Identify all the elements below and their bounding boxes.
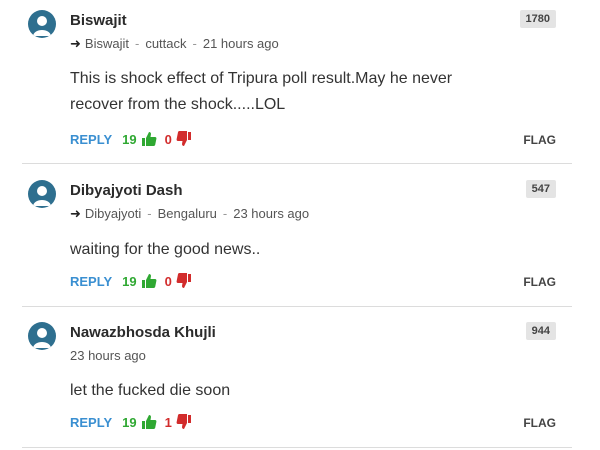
comment-actions: REPLY 19 0 — [70, 131, 192, 147]
reply-arrow-icon: ➜ — [70, 36, 81, 51]
comment-author[interactable]: Dibyajyoti Dash — [70, 182, 183, 199]
divider — [22, 163, 572, 164]
comment-item: Nawazbhosda Khujli 23 hours ago 944 let … — [22, 322, 572, 440]
thumbs-up-icon[interactable] — [141, 273, 157, 289]
comment-meta: ➜ Biswajit - cuttack -21 hours ago — [70, 36, 279, 52]
avatar[interactable] — [28, 10, 56, 38]
comment-actions: REPLY 19 0 — [70, 273, 192, 289]
upvote-count: 19 — [122, 273, 137, 289]
comment-item: Dibyajyoti Dash ➜ Dibyajyoti - Bengaluru -23… — [22, 180, 572, 298]
meta-separator: - — [222, 206, 228, 221]
comment-text: This is shock effect of Tripura poll res… — [70, 66, 550, 118]
comment-text-line: This is shock effect of Tripura poll res… — [70, 70, 453, 87]
comment-text-line: recover from the shock.....LOL — [70, 96, 286, 113]
downvote-count: 0 — [164, 131, 172, 147]
thumbs-down-icon[interactable] — [176, 273, 192, 289]
user-avatar-icon — [33, 16, 51, 36]
meta-separator: - — [134, 36, 140, 51]
meta-separator: - — [147, 206, 152, 221]
divider — [22, 306, 572, 307]
comment-author[interactable]: Biswajit — [70, 12, 127, 29]
flag-button[interactable]: FLAG — [523, 275, 556, 289]
points-badge: 547 — [525, 180, 556, 198]
comments-list: Biswajit ➜ Biswajit - cuttack -21 hours ago … — [0, 0, 600, 450]
comment-text: let the fucked die soon — [70, 378, 550, 404]
user-avatar-icon — [33, 186, 51, 206]
comment-location: Bengaluru — [157, 206, 217, 221]
comment-meta: 23 hours ago — [70, 348, 146, 363]
thumbs-down-icon[interactable] — [176, 131, 192, 147]
upvote-count: 19 — [122, 414, 137, 430]
reply-button[interactable]: REPLY — [70, 274, 112, 289]
comment-time: 23 hours ago — [70, 348, 146, 363]
comment-text: waiting for the good news.. — [70, 237, 550, 263]
comment-actions: REPLY 19 1 — [70, 414, 192, 430]
avatar[interactable] — [28, 322, 56, 350]
points-badge: 944 — [525, 322, 556, 340]
comment-author[interactable]: Nawazbhosda Khujli — [70, 324, 216, 341]
reply-to-user[interactable]: Dibyajyoti — [85, 206, 141, 221]
reply-arrow-icon: ➜ — [70, 206, 81, 221]
thumbs-up-icon[interactable] — [141, 131, 157, 147]
thumbs-up-icon[interactable] — [141, 414, 157, 430]
upvote-count: 19 — [122, 131, 137, 147]
divider — [22, 447, 572, 448]
comment-location: cuttack — [145, 36, 187, 51]
reply-button[interactable]: REPLY — [70, 415, 112, 430]
meta-separator: - — [192, 36, 197, 51]
downvote-count: 1 — [164, 414, 172, 430]
comment-text-line: let the fucked die soon — [70, 382, 231, 399]
points-badge: 1780 — [519, 10, 556, 28]
reply-to-user[interactable]: Biswajit — [85, 36, 129, 51]
comment-text-line: waiting for the good news.. — [70, 241, 261, 258]
comment-time: 23 hours ago — [233, 206, 310, 221]
user-avatar-icon — [33, 328, 51, 348]
avatar[interactable] — [28, 180, 56, 208]
comment-item: Biswajit ➜ Biswajit - cuttack -21 hours ago … — [22, 10, 572, 158]
comment-time: 21 hours ago — [202, 36, 279, 51]
flag-button[interactable]: FLAG — [523, 416, 556, 430]
reply-button[interactable]: REPLY — [70, 132, 112, 147]
thumbs-down-icon[interactable] — [176, 414, 192, 430]
comment-meta: ➜ Dibyajyoti - Bengaluru -23 hours ago — [70, 206, 309, 222]
flag-button[interactable]: FLAG — [523, 133, 556, 147]
downvote-count: 0 — [164, 273, 172, 289]
